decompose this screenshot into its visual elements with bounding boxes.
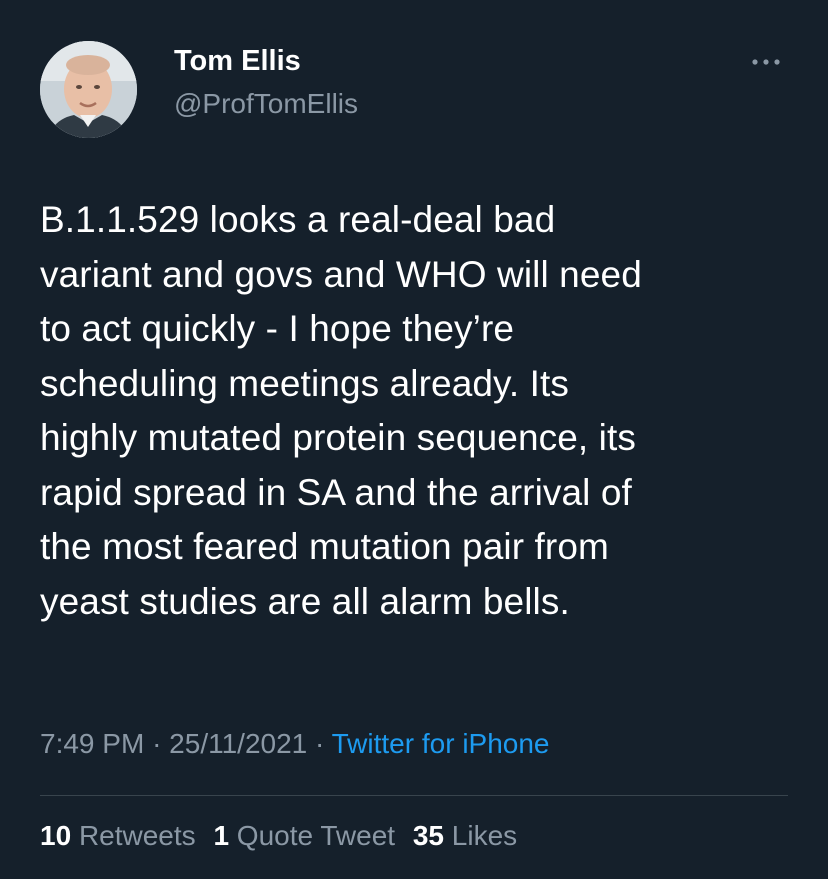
tweet-text-line: scheduling meetings already. Its: [40, 362, 570, 404]
likes-stat[interactable]: 35 Likes: [413, 820, 517, 851]
display-name[interactable]: Tom Ellis: [174, 45, 301, 78]
quote-tweets-stat[interactable]: 1 Quote Tweet: [213, 820, 395, 851]
avatar[interactable]: [40, 41, 137, 138]
tweet-source-link[interactable]: Twitter for iPhone: [332, 728, 550, 759]
tweet-text-line: rapid spread in SA and the arrival of: [40, 471, 632, 513]
tweet-text-line: to act quickly - I hope they’re: [40, 308, 515, 349]
likes-label: Likes: [451, 820, 518, 851]
profile-photo-icon: [40, 41, 137, 138]
tweet-text-line: the most feared mutation pair from: [40, 526, 609, 567]
tweet-text-line: B.1.1.529 looks a real-deal bad: [40, 199, 556, 240]
retweets-count: 10: [40, 820, 72, 851]
meta-separator: ·: [315, 728, 325, 759]
retweets-label: Retweets: [78, 820, 196, 851]
user-handle[interactable]: @ProfTomEllis: [174, 88, 358, 120]
tweet-meta: 7:49 PM · 25/11/2021 · Twitter for iPhon…: [40, 728, 550, 760]
tweet-text-line: variant and govs and WHO will need: [40, 253, 642, 295]
quote-tweets-count: 1: [213, 820, 230, 851]
divider: [40, 795, 788, 796]
engagement-stats: 10 Retweets 1 Quote Tweet 35 Likes: [40, 820, 527, 852]
likes-count: 35: [412, 820, 444, 851]
more-horizontal-icon: [752, 59, 780, 65]
quote-tweets-label: Quote Tweet: [236, 820, 396, 851]
meta-separator: ·: [152, 728, 162, 759]
more-options-button[interactable]: [748, 50, 784, 74]
tweet-card: Tom Ellis @ProfTomEllis B.1.1.529 looks …: [0, 0, 828, 879]
tweet-text-line: yeast studies are all alarm bells.: [40, 580, 570, 622]
tweet-text: B.1.1.529 looks a real-deal bad variant …: [40, 193, 800, 629]
tweet-time[interactable]: 7:49 PM: [40, 728, 144, 759]
tweet-date[interactable]: 25/11/2021: [169, 728, 307, 759]
tweet-text-line: highly mutated protein sequence, its: [40, 417, 636, 458]
retweets-stat[interactable]: 10 Retweets: [40, 820, 196, 851]
